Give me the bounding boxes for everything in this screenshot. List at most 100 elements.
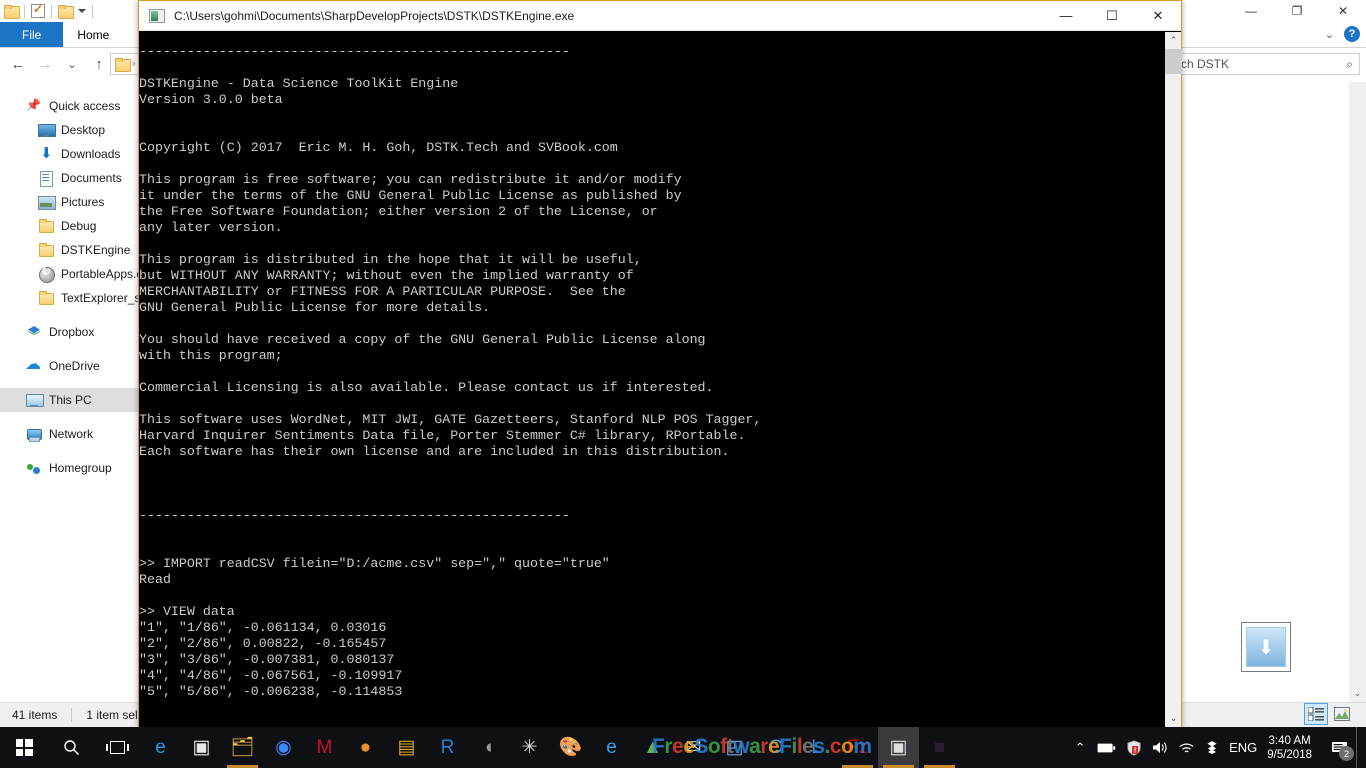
search-icon: ⌕ — [1346, 56, 1353, 71]
folder-icon — [38, 218, 54, 234]
properties-icon[interactable] — [31, 2, 45, 18]
sidebar-item-label: This PC — [49, 393, 92, 407]
quick-access-toolbar — [4, 2, 99, 20]
console-minimize-button[interactable]: — — [1043, 1, 1089, 31]
view-mode-buttons — [1304, 703, 1354, 725]
new-folder-icon[interactable] — [58, 5, 74, 19]
taskbar-app-microsoft-edge[interactable]: e — [140, 727, 181, 768]
taskbar-app-filezilla[interactable]: Fz — [837, 727, 878, 768]
forward-button[interactable]: → — [33, 52, 57, 76]
explorer-window-buttons: — ❐ ✕ — [1228, 0, 1366, 22]
taskbar-app-google-chrome[interactable]: ◉ — [263, 727, 304, 768]
sidebar-item-label: Network — [49, 427, 94, 441]
console-maximize-button[interactable]: ☐ — [1089, 1, 1135, 31]
sidebar-item-label: Downloads — [61, 147, 121, 161]
taskbar-app-android-studio[interactable]: ▲ — [632, 727, 673, 768]
sidebar-item-desktop[interactable]: Desktop — [0, 118, 150, 142]
console-scroll-up-icon[interactable]: ⌃ — [1165, 32, 1182, 49]
taskbar-app-scanner-app[interactable]: L — [796, 727, 837, 768]
paint-icon: 🎨 — [558, 737, 583, 758]
details-view-icon — [1308, 707, 1324, 721]
taskbar-app-mcafee[interactable]: M — [304, 727, 345, 768]
microsoft-edge-icon: e — [155, 737, 166, 758]
volume-icon[interactable] — [1147, 727, 1173, 768]
taskbar-app-package-app[interactable]: ◰ — [714, 727, 755, 768]
up-button[interactable]: ↑ — [87, 52, 111, 76]
help-icon[interactable]: ? — [1344, 26, 1360, 42]
dropbox-tray-icon[interactable] — [1199, 727, 1225, 768]
customize-quick-access-icon[interactable] — [78, 9, 86, 13]
console-scroll-down-icon[interactable]: ⌄ — [1165, 710, 1182, 727]
chevron-down-icon[interactable]: ⌄ — [1325, 28, 1334, 41]
tab-file[interactable]: File — [0, 22, 64, 48]
console-title-bar[interactable]: C:\Users\gohmi\Documents\SharpDevelopPro… — [139, 1, 1181, 31]
console-scrollbar[interactable]: ⌃ ⌄ — [1164, 32, 1182, 727]
sidebar-item-pictures[interactable]: Pictures — [0, 190, 150, 214]
taskbar-app-internet-explorer[interactable]: e — [591, 727, 632, 768]
search-text: ch DSTK — [1181, 57, 1230, 71]
sidebar-item-dropbox[interactable]: Dropbox — [0, 320, 150, 344]
taskbar-app-dstk-engine-console[interactable]: ▣ — [878, 727, 919, 768]
recent-locations-button[interactable]: ⌄ — [60, 52, 84, 76]
sidebar-item-downloads[interactable]: Downloads — [0, 142, 150, 166]
taskbar-app-sublime-text[interactable]: ◖ — [468, 727, 509, 768]
details-view-button[interactable] — [1304, 703, 1328, 725]
taskbar-app-paint[interactable]: 🎨 — [550, 727, 591, 768]
explorer-maximize-button[interactable]: ❐ — [1274, 0, 1320, 22]
taskbar-app-command-prompt[interactable]: ▣ — [181, 727, 222, 768]
sidebar-item-label: PortableApps.co — [61, 267, 150, 281]
taskbar-app-file-explorer[interactable]: 🗂 — [222, 727, 263, 768]
sidebar-item-documents[interactable]: Documents — [0, 166, 150, 190]
explorer-minimize-button[interactable]: — — [1228, 0, 1274, 22]
sidebar-item-portableapps-co[interactable]: PortableApps.co — [0, 262, 150, 286]
sidebar-item-textexplorer-src[interactable]: TextExplorer_src — [0, 286, 150, 310]
sidebar-item-network[interactable]: Network — [0, 422, 150, 446]
command-prompt-icon: ▣ — [192, 737, 211, 758]
sidebar-item-label: DSTKEngine — [61, 243, 131, 257]
sidebar-item-homegroup[interactable]: Homegroup — [0, 456, 150, 480]
taskbar-app-mail-client[interactable]: ✉ — [673, 727, 714, 768]
google-chrome-icon: ◉ — [275, 737, 292, 758]
mcafee-icon: M — [316, 737, 333, 758]
security-shield-icon[interactable] — [1121, 727, 1147, 768]
back-button[interactable]: ← — [6, 52, 30, 76]
taskbar-app-spider-app[interactable]: ✳ — [509, 727, 550, 768]
task-view-button[interactable] — [94, 727, 140, 768]
sidebar-item-debug[interactable]: Debug — [0, 214, 150, 238]
console-close-button[interactable]: ✕ — [1135, 1, 1181, 31]
show-desktop-button[interactable] — [1356, 727, 1364, 768]
sidebar-item-dstkengine[interactable]: DSTKEngine — [0, 238, 150, 262]
taskbar-app-unknown-dark-app[interactable]: ■ — [919, 727, 960, 768]
divider — [92, 4, 93, 18]
taskbar-app-ccleaner[interactable]: C — [755, 727, 796, 768]
action-center-button[interactable]: 2 — [1322, 727, 1356, 768]
wifi-icon[interactable] — [1173, 727, 1199, 768]
battery-icon[interactable] — [1093, 727, 1121, 768]
taskbar-app-sharpdevelop[interactable]: ▤ — [386, 727, 427, 768]
sidebar-item-label: OneDrive — [49, 359, 100, 373]
scroll-down-arrow-icon[interactable]: ⌄ — [1349, 685, 1366, 702]
sidebar-item-quick-access[interactable]: Quick access — [0, 94, 150, 118]
folder-icon[interactable] — [4, 5, 20, 19]
language-indicator[interactable]: ENG — [1225, 727, 1261, 768]
search-input[interactable]: ch DSTK ⌕ — [1174, 53, 1360, 75]
file-pane-scrollbar[interactable]: ⌄ — [1349, 82, 1366, 702]
explorer-close-button[interactable]: ✕ — [1320, 0, 1366, 22]
taskbar: e ▣ 🗂 ◉ M ● ▤ R ◖ ✳ 🎨 e ▲ ✉ ◰ C L Fz ▣ ■ ⌃ — [0, 727, 1366, 768]
sidebar-item-this-pc[interactable]: This PC — [0, 388, 150, 412]
console-scroll-thumb[interactable] — [1165, 49, 1182, 74]
taskbar-app-gimp[interactable]: ● — [345, 727, 386, 768]
mail-client-icon: ✉ — [685, 737, 702, 758]
dstk-engine-console-icon: ▣ — [889, 737, 908, 758]
clock[interactable]: 3:40 AM 9/5/2018 — [1261, 734, 1322, 762]
search-button[interactable] — [48, 727, 94, 768]
show-hidden-icons-button[interactable]: ⌃ — [1067, 727, 1093, 768]
sidebar-item-onedrive[interactable]: OneDrive — [0, 354, 150, 378]
large-icons-view-button[interactable] — [1330, 703, 1354, 725]
taskbar-app-rstudio[interactable]: R — [427, 727, 468, 768]
tab-home[interactable]: Home — [63, 22, 124, 48]
desktop-icon — [38, 122, 56, 138]
start-button[interactable] — [0, 727, 48, 768]
list-item[interactable]: ⬇ — [1220, 622, 1312, 708]
console-window[interactable]: C:\Users\gohmi\Documents\SharpDevelopPro… — [138, 0, 1182, 728]
